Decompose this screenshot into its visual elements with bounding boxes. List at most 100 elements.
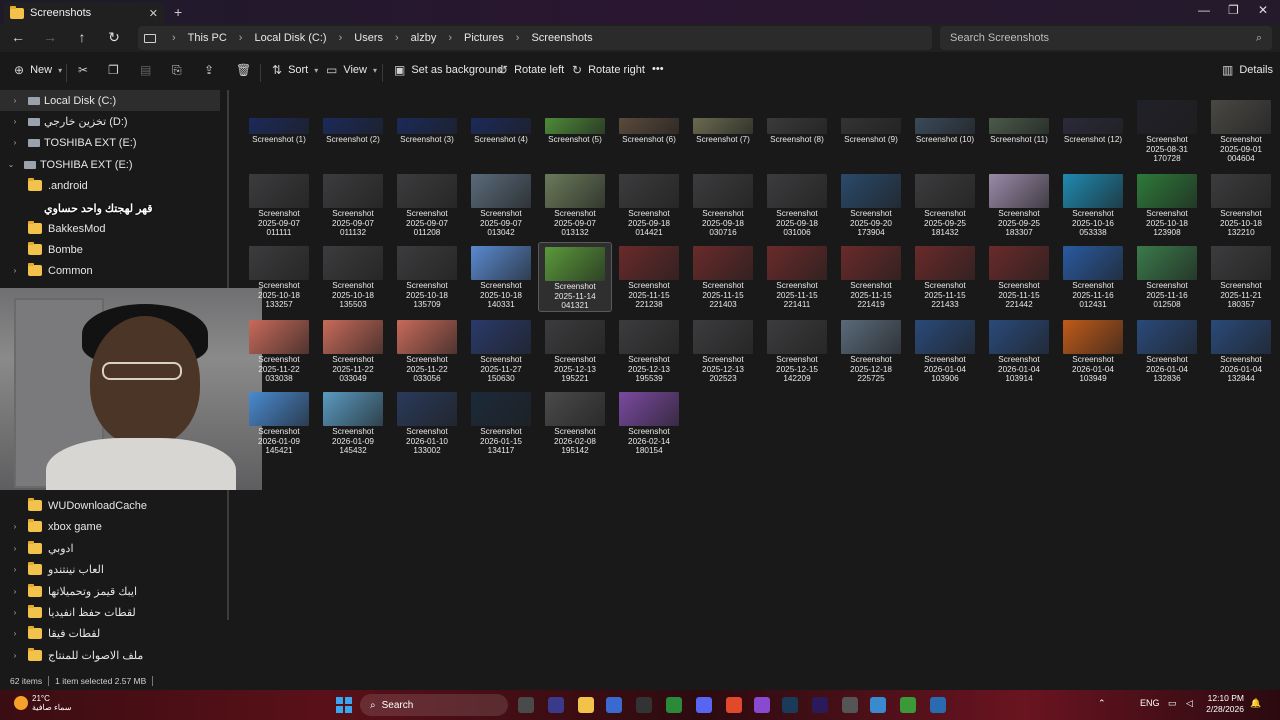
obs-icon[interactable] [842, 697, 858, 713]
file-tile[interactable]: Screenshot 2025-10-18 133257 [242, 242, 316, 312]
chevron-right-icon[interactable]: › [10, 522, 20, 531]
file-tile[interactable]: Screenshot 2026-01-04 132836 [1130, 316, 1204, 386]
file-tile[interactable]: Screenshot (4) [464, 96, 538, 166]
file-tile[interactable]: Screenshot 2025-11-14 041321 [538, 242, 612, 312]
nav-item[interactable]: › ملف الاصوات للمنتاج [0, 645, 220, 666]
nav-item[interactable]: › xbox game [0, 516, 220, 537]
file-tile[interactable]: Screenshot (12) [1056, 96, 1130, 166]
file-tile[interactable]: Screenshot 2025-09-07 011208 [390, 170, 464, 240]
cut-icon[interactable]: ✂ [78, 63, 88, 77]
minecraft-icon[interactable] [900, 697, 916, 713]
app-icon[interactable] [930, 697, 946, 713]
paste-icon[interactable]: ▤ [140, 63, 151, 77]
file-tile[interactable]: Screenshot 2025-11-15 221403 [686, 242, 760, 312]
file-tile[interactable]: Screenshot 2026-01-09 145421 [242, 388, 316, 458]
file-tile[interactable]: Screenshot 2025-09-18 014421 [612, 170, 686, 240]
nav-item[interactable]: BakkesMod [0, 218, 220, 239]
discord-icon[interactable] [696, 697, 712, 713]
file-tile[interactable]: Screenshot (7) [686, 96, 760, 166]
chevron-right-icon[interactable]: › [10, 544, 20, 553]
file-tile[interactable]: Screenshot 2025-09-01 004604 [1204, 96, 1278, 166]
file-tile[interactable]: Screenshot 2025-11-15 221419 [834, 242, 908, 312]
file-tile[interactable]: Screenshot 2025-09-20 173904 [834, 170, 908, 240]
weather-widget[interactable]: 21°C سماء صافية [14, 694, 72, 712]
nav-item[interactable]: › العاب نينتندو [0, 559, 220, 580]
file-tile[interactable]: Screenshot 2026-02-08 195142 [538, 388, 612, 458]
file-tile[interactable]: Screenshot 2025-12-13 195539 [612, 316, 686, 386]
details-button[interactable]: ▥ Details [1222, 63, 1273, 77]
more-options-button[interactable]: ••• [652, 63, 664, 75]
network-icon[interactable]: ▭ [1168, 698, 1177, 709]
file-tile[interactable]: Screenshot 2026-01-10 133002 [390, 388, 464, 458]
chevron-right-icon[interactable]: › [10, 629, 20, 638]
volume-icon[interactable]: ◁ [1186, 698, 1193, 709]
file-tile[interactable]: Screenshot (1) [242, 96, 316, 166]
new-button[interactable]: ⊕ New ▾ [14, 63, 62, 77]
file-tile[interactable]: Screenshot 2025-12-15 142209 [760, 316, 834, 386]
share-icon[interactable]: ⇪ [204, 63, 214, 77]
file-tile[interactable]: Screenshot 2025-10-16 053338 [1056, 170, 1130, 240]
breadcrumb-this-pc[interactable]: This PC [182, 32, 233, 44]
xbox-icon[interactable] [666, 697, 682, 713]
chevron-right-icon[interactable]: › [10, 565, 20, 574]
nav-item[interactable]: › لقطات حفظ انفيديا [0, 602, 220, 623]
file-tile[interactable]: Screenshot 2025-09-07 013132 [538, 170, 612, 240]
chevron-right-icon[interactable]: › [10, 651, 20, 660]
chevron-down-icon[interactable]: ⌄ [6, 160, 16, 169]
file-tile[interactable]: Screenshot 2026-02-14 180154 [612, 388, 686, 458]
tab-close-button[interactable]: ✕ [149, 7, 158, 20]
file-tile[interactable]: Screenshot (5) [538, 96, 612, 166]
file-tile[interactable]: Screenshot 2025-11-22 033056 [390, 316, 464, 386]
minimize-button[interactable]: — [1198, 3, 1210, 17]
steam-icon[interactable] [782, 697, 798, 713]
view-button[interactable]: ▭ View ▾ [326, 63, 377, 77]
nav-item[interactable]: › تخزين خارجي (D:) [0, 111, 220, 132]
chevron-right-icon[interactable]: › [10, 608, 20, 617]
rename-icon[interactable]: ⎘ [172, 63, 182, 78]
sort-button[interactable]: ⇅ Sort ▾ [272, 63, 318, 77]
chevron-up-icon[interactable]: ⌃ [1098, 698, 1106, 709]
file-tile[interactable]: Screenshot (10) [908, 96, 982, 166]
store-icon[interactable] [606, 697, 622, 713]
copy-icon[interactable]: ❐ [108, 63, 119, 77]
file-tile[interactable]: Screenshot 2025-11-22 033049 [316, 316, 390, 386]
file-tile[interactable]: Screenshot 2026-01-04 132844 [1204, 316, 1278, 386]
file-tile[interactable]: Screenshot 2025-11-27 150630 [464, 316, 538, 386]
file-tile[interactable]: Screenshot (8) [760, 96, 834, 166]
file-tile[interactable]: Screenshot 2025-12-13 202523 [686, 316, 760, 386]
nav-item[interactable]: ⌄ TOSHIBA EXT (E:) [0, 154, 220, 175]
up-icon[interactable]: ↑ [72, 29, 92, 47]
breadcrumb-local-disk[interactable]: Local Disk (C:) [248, 32, 332, 44]
nav-item[interactable]: › لقطات فيقا [0, 623, 220, 644]
notification-icon[interactable]: 🔔 [1250, 698, 1261, 709]
file-tile[interactable]: Screenshot 2025-11-15 221411 [760, 242, 834, 312]
file-tile[interactable]: Screenshot 2025-09-07 011132 [316, 170, 390, 240]
file-tile[interactable]: Screenshot 2025-09-07 011111 [242, 170, 316, 240]
restore-button[interactable]: ❐ [1228, 3, 1239, 17]
nav-item[interactable]: › Common [0, 260, 220, 281]
file-tile[interactable]: Screenshot 2025-09-25 183307 [982, 170, 1056, 240]
new-tab-button[interactable]: + [174, 4, 182, 20]
rotate-right-button[interactable]: ↻ Rotate right [572, 63, 645, 77]
file-tile[interactable]: Screenshot (9) [834, 96, 908, 166]
forward-icon[interactable]: → [40, 29, 60, 47]
file-tile[interactable]: Screenshot 2025-11-15 221433 [908, 242, 982, 312]
file-tile[interactable]: Screenshot 2025-10-18 135709 [390, 242, 464, 312]
file-tile[interactable]: Screenshot 2025-10-18 140331 [464, 242, 538, 312]
chevron-right-icon[interactable]: › [10, 587, 20, 596]
back-icon[interactable]: ← [8, 29, 28, 47]
premiere-icon[interactable] [812, 697, 828, 713]
address-bar[interactable]: › This PC › Local Disk (C:) › Users › al… [138, 26, 932, 50]
rotate-left-button[interactable]: ↺ Rotate left [498, 63, 564, 77]
file-tile[interactable]: Screenshot 2025-10-18 123908 [1130, 170, 1204, 240]
file-tile[interactable]: Screenshot 2025-12-18 225725 [834, 316, 908, 386]
brave-icon[interactable] [726, 697, 742, 713]
file-tile[interactable]: Screenshot 2025-11-16 012431 [1056, 242, 1130, 312]
start-button[interactable] [336, 697, 352, 713]
app-icon[interactable] [636, 697, 652, 713]
breadcrumb-alzby[interactable]: alzby [405, 32, 443, 44]
nav-item[interactable]: WUDownloadCache [0, 495, 220, 516]
chrome-icon[interactable] [870, 697, 886, 713]
nav-item[interactable]: .android [0, 175, 220, 196]
file-tile[interactable]: Screenshot 2026-01-15 134117 [464, 388, 538, 458]
